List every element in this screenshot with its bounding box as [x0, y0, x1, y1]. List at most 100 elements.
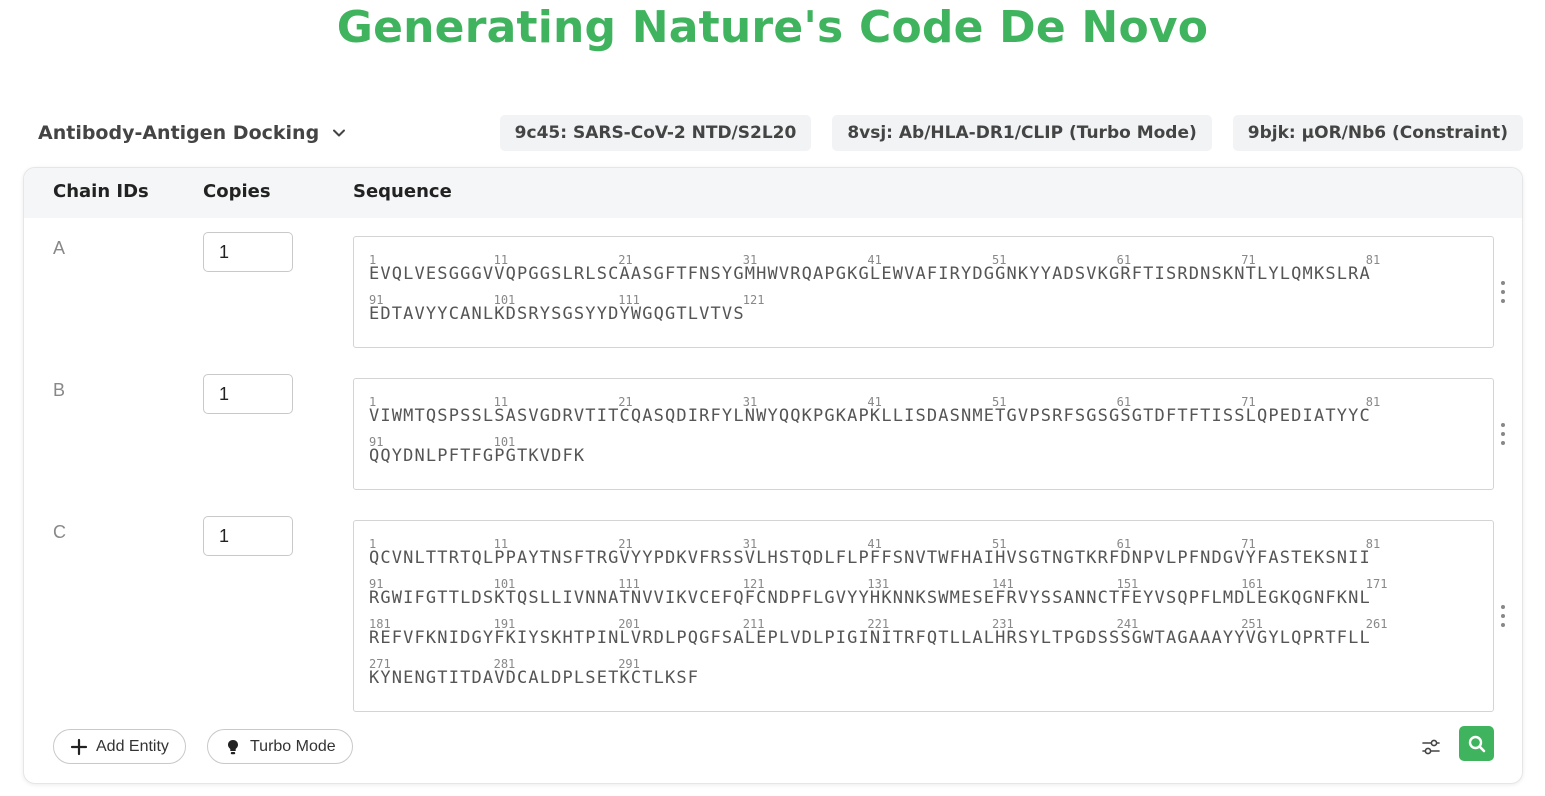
position-number: 11 [493, 395, 509, 409]
search-icon [1468, 735, 1485, 752]
position-number: 111 [618, 577, 640, 591]
sequence-line: EVQLVESGGGVVQPGGSLRLSCAASGFTFNSYGMHWVRQA… [369, 253, 1493, 293]
position-number: 201 [618, 617, 640, 631]
mode-select-label: Antibody-Antigen Docking [38, 122, 320, 144]
search-button[interactable] [1459, 726, 1494, 761]
position-number: 191 [493, 617, 516, 631]
sequence-line: VIWMTQSPSSLSASVGDRVTITCQASQDIRFYLNWYQQKP… [369, 395, 1493, 435]
sequence-input[interactable]: QCVNLTTRTQLPPAYTNSFTRGVYYPDKVFRSSVLHSTQD… [353, 520, 1494, 712]
entity-panel: Chain IDs Copies Sequence A EVQLVESGGGVVQ… [23, 167, 1523, 784]
position-number: 31 [742, 395, 758, 409]
position-number: 1 [369, 253, 377, 267]
sequence-line: KYNENGTITDAVDCALDPLSETKCTLKSF 271 281 291 [369, 657, 1493, 697]
position-number: 11 [493, 253, 509, 267]
position-number: 101 [493, 293, 516, 307]
position-number: 101 [493, 577, 516, 591]
sequence-text: RGWIFGTTLDSKTQSLLIVNNATNVVIKVCEFQFCNDPFL… [369, 588, 1371, 608]
position-number: 51 [992, 395, 1007, 409]
position-number: 51 [992, 537, 1007, 551]
mode-select[interactable]: Antibody-Antigen Docking [38, 120, 347, 146]
more-vertical-icon[interactable] [1497, 605, 1509, 627]
position-number: 21 [618, 537, 633, 551]
sequence-text: EDTAVYYCANLKDSRYSGSYYDYWGQGTLVTVS [369, 304, 745, 324]
position-number: 1 [369, 537, 377, 551]
sequence-input[interactable]: EVQLVESGGGVVQPGGSLRLSCAASGFTFNSYGMHWVRQA… [353, 236, 1494, 348]
position-number: 251 [1241, 617, 1263, 631]
position-number: 91 [369, 293, 384, 307]
add-entity-button[interactable]: Add Entity [53, 729, 186, 764]
position-number: 291 [618, 657, 640, 671]
position-number: 81 [1365, 395, 1381, 409]
position-number: 81 [1365, 253, 1381, 267]
position-number: 41 [867, 395, 882, 409]
position-number: 21 [618, 395, 633, 409]
position-number: 61 [1116, 537, 1132, 551]
position-number: 131 [867, 577, 890, 591]
position-number: 171 [1365, 577, 1388, 591]
sequence-line: RGWIFGTTLDSKTQSLLIVNNATNVVIKVCEFQFCNDPFL… [369, 577, 1493, 617]
sequence-line: REFVFKNIDGYFKIYSKHTPINLVRDLPQGFSALEPLVDL… [369, 617, 1493, 657]
example-9bjk[interactable]: 9bjk: μOR/Nb6 (Constraint) [1232, 115, 1523, 151]
position-number: 221 [867, 617, 890, 631]
sequence-text: QQYDNLPFTFGPGTKVDFK [369, 446, 586, 466]
header-chain-ids: Chain IDs [53, 181, 149, 202]
copies-input[interactable] [203, 232, 293, 272]
position-number: 121 [742, 577, 765, 591]
position-number: 1 [369, 395, 377, 409]
plus-icon [70, 738, 88, 755]
sequence-text: QCVNLTTRTQLPPAYTNSFTRGVYYPDKVFRSSVLHSTQD… [369, 548, 1371, 568]
position-number: 61 [1116, 253, 1132, 267]
header-sequence: Sequence [353, 181, 452, 202]
sequence-text: VIWMTQSPSSLSASVGDRVTITCQASQDIRFYLNWYQQKP… [369, 406, 1371, 426]
position-number: 71 [1241, 395, 1256, 409]
position-number: 231 [992, 617, 1014, 631]
sequence-line: QQYDNLPFTFGPGTKVDFK 91 101 [369, 435, 1493, 475]
sequence-line: EDTAVYYCANLKDSRYSGSYYDYWGQGTLVTVS 91 101 11… [369, 293, 1493, 333]
sliders-icon[interactable] [1420, 736, 1442, 758]
chain-id: B [53, 380, 66, 400]
position-number: 91 [369, 435, 384, 449]
position-number: 141 [992, 577, 1014, 591]
copies-input[interactable] [203, 374, 293, 414]
position-number: 51 [992, 253, 1007, 267]
example-8vsj[interactable]: 8vsj: Ab/HLA-DR1/CLIP (Turbo Mode) [832, 115, 1212, 151]
example-list: 9c45: SARS-CoV-2 NTD/S2L20 8vsj: Ab/HLA-… [499, 115, 1523, 151]
sequence-text: REFVFKNIDGYFKIYSKHTPINLVRDLPQGFSALEPLVDL… [369, 628, 1371, 648]
turbo-mode-label: Turbo Mode [250, 737, 336, 755]
position-number: 211 [742, 617, 765, 631]
position-number: 31 [742, 537, 758, 551]
more-vertical-icon[interactable] [1497, 423, 1509, 445]
position-number: 61 [1116, 395, 1132, 409]
add-entity-label: Add Entity [96, 737, 169, 755]
position-number: 21 [618, 253, 633, 267]
position-number: 241 [1116, 617, 1139, 631]
sequence-line: QCVNLTTRTQLPPAYTNSFTRGVYYPDKVFRSSVLHSTQD… [369, 537, 1493, 577]
position-number: 111 [618, 293, 640, 307]
bulb-icon [228, 739, 238, 754]
position-number: 261 [1365, 617, 1388, 631]
turbo-mode-button[interactable]: Turbo Mode [207, 729, 353, 764]
position-number: 181 [369, 617, 391, 631]
header-copies: Copies [203, 181, 271, 202]
example-9c45[interactable]: 9c45: SARS-CoV-2 NTD/S2L20 [499, 115, 812, 151]
sequence-text: KYNENGTITDAVDCALDPLSETKCTLKSF [369, 668, 700, 688]
position-number: 151 [1116, 577, 1139, 591]
position-number: 71 [1241, 537, 1256, 551]
position-number: 281 [493, 657, 516, 671]
copies-input[interactable] [203, 516, 293, 556]
table-header: Chain IDs Copies Sequence [24, 168, 1522, 218]
page-title: Generating Nature's Code De Novo [336, 2, 1209, 53]
position-number: 121 [742, 293, 765, 307]
position-number: 101 [493, 435, 516, 449]
position-number: 81 [1365, 537, 1381, 551]
position-number: 41 [867, 537, 882, 551]
position-number: 271 [369, 657, 391, 671]
position-number: 11 [493, 537, 509, 551]
position-number: 71 [1241, 253, 1256, 267]
sequence-input[interactable]: VIWMTQSPSSLSASVGDRVTITCQASQDIRFYLNWYQQKP… [353, 378, 1494, 490]
chain-id: C [53, 522, 66, 542]
chevron-down-icon [333, 129, 346, 137]
more-vertical-icon[interactable] [1497, 281, 1509, 303]
position-number: 41 [867, 253, 882, 267]
position-number: 31 [742, 253, 758, 267]
